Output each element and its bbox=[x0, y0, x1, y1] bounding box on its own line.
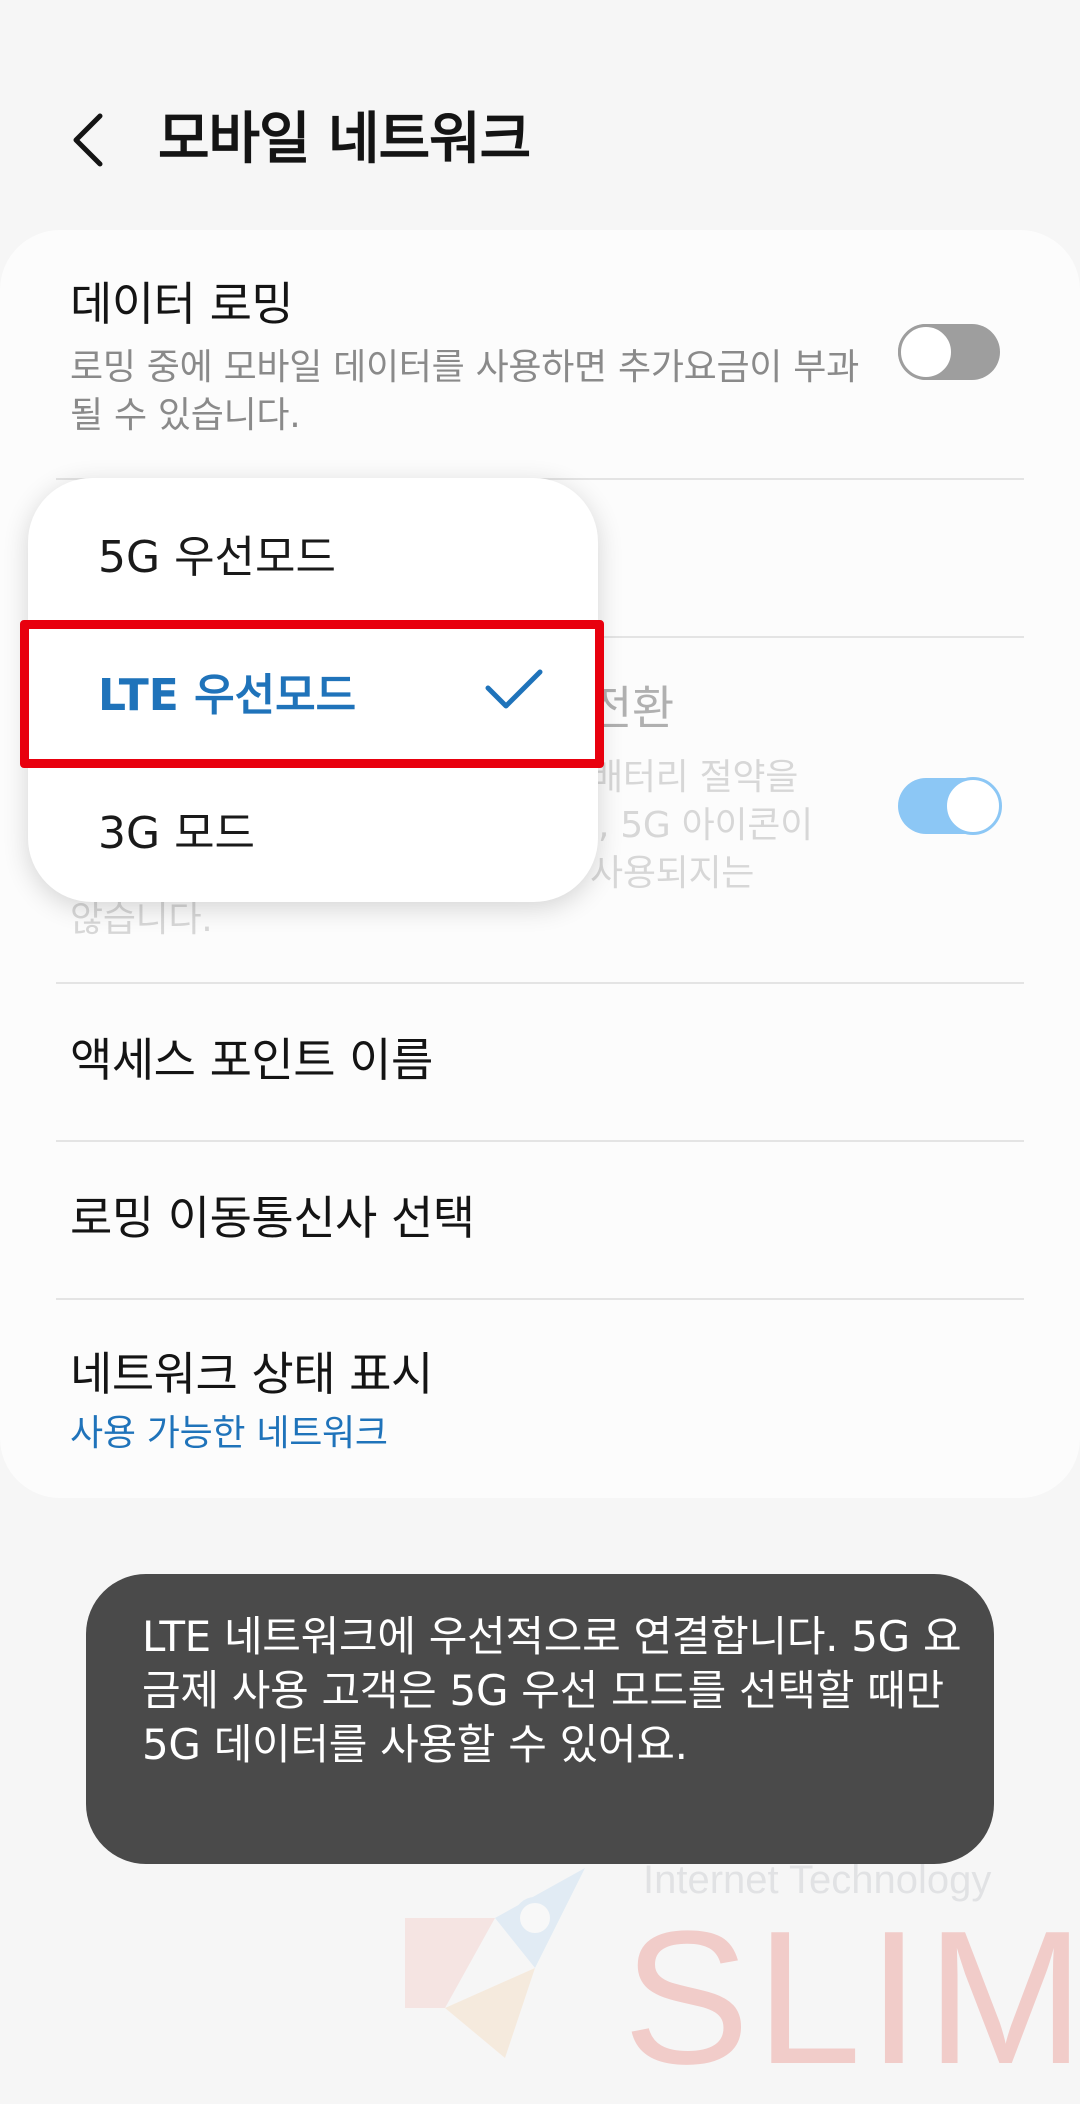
toggle-knob bbox=[898, 324, 954, 380]
data-roaming-row[interactable]: 데이터 로밍 로밍 중에 모바일 데이터를 사용하면 추가요금이 부과될 수 있… bbox=[0, 260, 1080, 480]
access-point-name-row[interactable]: 액세스 포인트 이름 bbox=[0, 984, 1080, 1140]
smart-switch-description-line1: 배터리 절약을 bbox=[590, 757, 799, 798]
rocket-logo-icon bbox=[405, 1868, 585, 2058]
back-button[interactable] bbox=[58, 100, 118, 180]
popup-option-3g[interactable]: 3G 모드 bbox=[28, 774, 598, 894]
network-status-value: 사용 가능한 네트워크 bbox=[70, 1413, 388, 1454]
smart-switch-description-line2: , 5G 아이콘이 bbox=[598, 805, 813, 846]
popup-option-label: 3G 모드 bbox=[98, 808, 256, 859]
popup-option-label: 5G 우선모드 bbox=[98, 532, 336, 583]
watermark-brand: SLIM bbox=[623, 1892, 1080, 2104]
data-roaming-title: 데이터 로밍 bbox=[70, 277, 294, 331]
smart-switch-description-line3: 사용되지는 bbox=[590, 853, 755, 894]
popup-option-5g[interactable]: 5G 우선모드 bbox=[28, 498, 598, 618]
toggle-knob bbox=[944, 777, 1002, 835]
app-header: 모바일 네트워크 bbox=[0, 0, 1080, 230]
network-status-title: 네트워크 상태 표시 bbox=[70, 1347, 433, 1401]
roaming-carrier-row[interactable]: 로밍 이동통신사 선택 bbox=[0, 1142, 1080, 1298]
network-status-row[interactable]: 네트워크 상태 표시 사용 가능한 네트워크 bbox=[0, 1300, 1080, 1490]
page-title: 모바일 네트워크 bbox=[158, 107, 531, 172]
watermark: Internet Technology SLIM bbox=[385, 1858, 1080, 2098]
chevron-left-icon bbox=[73, 113, 103, 167]
selection-highlight-box bbox=[20, 620, 604, 768]
data-roaming-description: 로밍 중에 모바일 데이터를 사용하면 추가요금이 부과될 수 있습니다. bbox=[70, 347, 859, 436]
smart-switch-toggle[interactable] bbox=[898, 777, 1002, 835]
smart-switch-description-line4: 않습니다. bbox=[70, 899, 213, 940]
toast-text: LTE 네트워크에 우선적으로 연결합니다. 5G 요금제 사용 고객은 5G … bbox=[142, 1612, 962, 1769]
data-roaming-toggle[interactable] bbox=[898, 324, 1000, 380]
toast-message: LTE 네트워크에 우선적으로 연결합니다. 5G 요금제 사용 고객은 5G … bbox=[86, 1574, 994, 1864]
roaming-carrier-title: 로밍 이동통신사 선택 bbox=[70, 1191, 475, 1245]
access-point-name-title: 액세스 포인트 이름 bbox=[70, 1033, 433, 1087]
